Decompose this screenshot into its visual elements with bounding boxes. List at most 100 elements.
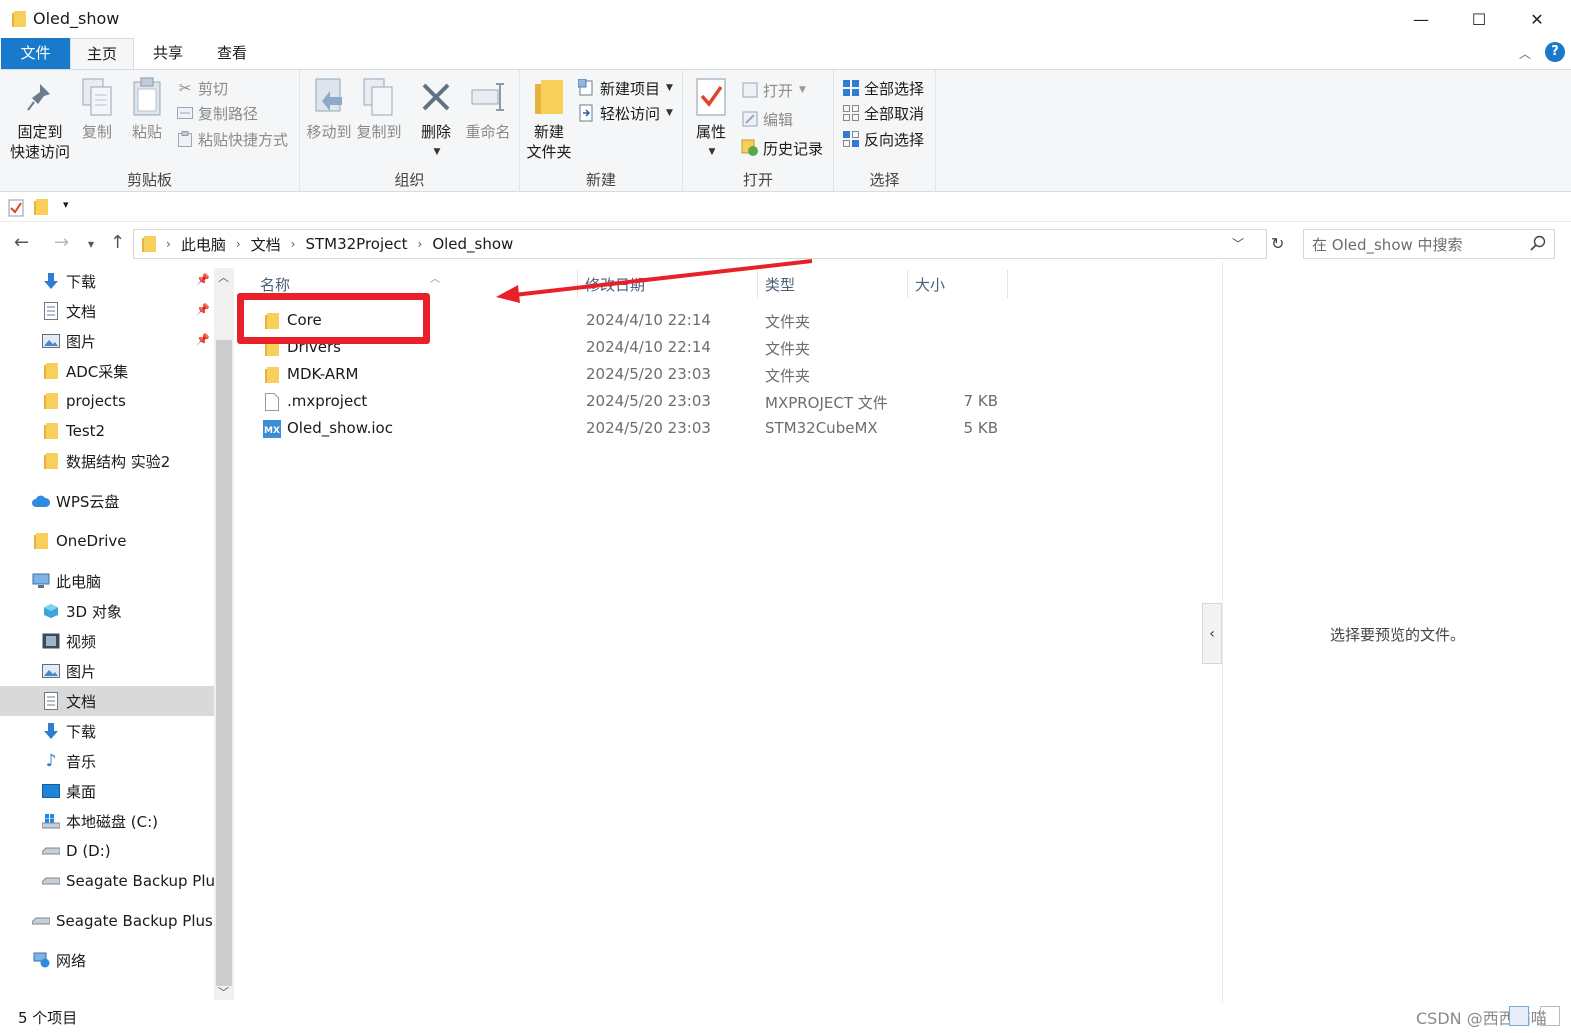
open-file-icon [741, 81, 759, 99]
paste-shortcut-button[interactable]: 粘贴快捷方式 [176, 127, 288, 151]
minimize-button[interactable]: — [1392, 0, 1450, 38]
ribbon: 固定到 快速访问 复制 粘贴 ✂ 剪切 复制路径 粘贴快捷方式 剪贴板 移动到 … [0, 69, 1571, 192]
sidebar-item-3d-objects[interactable]: 3D 对象 [0, 596, 214, 626]
copy-button[interactable]: 复制 [76, 74, 118, 142]
tab-share[interactable]: 共享 [136, 38, 200, 69]
properties-check-icon[interactable] [8, 199, 24, 221]
maximize-button[interactable]: ☐ [1450, 0, 1508, 38]
open-group-label: 打开 [742, 171, 773, 189]
pin-icon[interactable]: 📌 [196, 303, 210, 316]
new-folder-button[interactable]: 新建 文件夹 [522, 74, 576, 162]
large-icons-view-icon[interactable] [1540, 1006, 1560, 1026]
sidebar-item-pictures-pinned[interactable]: 图片 📌 [0, 326, 214, 356]
copy-path-button[interactable]: 复制路径 [176, 101, 258, 125]
annotation-highlight-box [237, 293, 430, 344]
history-button[interactable]: 历史记录 [741, 136, 823, 160]
sidebar-item-projects[interactable]: projects [0, 386, 214, 416]
sidebar-item-music[interactable]: ♪ 音乐 [0, 746, 214, 776]
file-row-mdk-arm[interactable]: MDK-ARM 2024/5/20 23:03 文件夹 [236, 361, 1016, 388]
details-view-icon[interactable] [1509, 1006, 1529, 1026]
pin-icon[interactable]: 📌 [196, 273, 210, 286]
sidebar-item-documents[interactable]: 文档 [0, 686, 214, 716]
select-group-label: 选择 [869, 171, 900, 189]
sidebar-item-adc[interactable]: ADC采集 [0, 356, 214, 386]
cut-button[interactable]: ✂ 剪切 [176, 76, 228, 100]
column-header-size[interactable]: 大小 [909, 270, 1008, 298]
folder-icon [142, 236, 156, 252]
select-none-button[interactable]: 全部取消 [842, 101, 924, 125]
rename-button[interactable]: 重命名 [462, 74, 514, 142]
collapse-ribbon-icon[interactable]: ︿ [1519, 45, 1531, 62]
network-icon [32, 951, 50, 969]
sidebar-item-seagate-1[interactable]: Seagate Backup Plus [0, 866, 214, 896]
sidebar-item-downloads-pinned[interactable]: 下载 📌 [0, 266, 214, 296]
drive-icon [32, 912, 50, 930]
new-folder-icon[interactable] [34, 199, 48, 219]
chevron-right-icon[interactable]: › [236, 237, 241, 251]
copy-to-button[interactable]: 复制到 [354, 74, 404, 142]
pin-quick-access-button[interactable]: 固定到 快速访问 [6, 74, 74, 162]
tab-view[interactable]: 查看 [200, 38, 264, 69]
collapse-preview-button[interactable]: ‹ [1202, 603, 1222, 664]
sidebar-item-onedrive[interactable]: OneDrive [0, 526, 214, 556]
recent-locations-icon[interactable]: ▾ [88, 237, 94, 251]
sidebar-item-desktop[interactable]: 桌面 [0, 776, 214, 806]
help-icon[interactable]: ? [1545, 42, 1565, 62]
scroll-down-icon[interactable]: ﹀ [218, 984, 229, 1000]
new-group: 新建 文件夹 新建项目 ▼ 轻松访问 ▼ 新建 [520, 70, 683, 192]
forward-arrow-icon[interactable]: → [54, 232, 69, 253]
open-button[interactable]: 打开 ▼ [741, 78, 806, 102]
customize-toolbar-icon[interactable]: ▾ [63, 198, 69, 211]
file-list: ︿ 名称 修改日期 类型 大小 Core 2024/4/10 22:14 文件夹… [236, 262, 1202, 1002]
breadcrumb-this-pc[interactable]: 此电脑 [181, 234, 226, 255]
scroll-up-icon[interactable]: ︿ [218, 269, 229, 285]
breadcrumb-stm32project[interactable]: STM32Project [305, 235, 407, 253]
new-item-button[interactable]: 新建项目 ▼ [578, 76, 673, 100]
video-icon [42, 632, 60, 650]
tab-file[interactable]: 文件 [1, 38, 70, 69]
breadcrumb-documents[interactable]: 文档 [251, 234, 281, 255]
sidebar-item-test2[interactable]: Test2 [0, 416, 214, 446]
paste-button[interactable]: 粘贴 [126, 74, 168, 142]
tab-home[interactable]: 主页 [70, 38, 134, 69]
breadcrumb-oled-show[interactable]: Oled_show [432, 235, 513, 253]
scrollbar-thumb[interactable] [216, 340, 232, 986]
sidebar-item-drive-d[interactable]: D (D:) [0, 836, 214, 866]
sidebar-item-wps-cloud[interactable]: WPS云盘 [0, 486, 214, 516]
move-to-button[interactable]: 移动到 [304, 74, 354, 142]
sidebar-item-local-disk-c[interactable]: 本地磁盘 (C:) [0, 806, 214, 836]
folder-icon [42, 452, 60, 470]
search-placeholder: 在 Oled_show 中搜索 [1312, 235, 1463, 254]
move-to-icon [309, 74, 349, 120]
easy-access-button[interactable]: 轻松访问 ▼ [578, 101, 673, 125]
search-input[interactable]: 在 Oled_show 中搜索 [1303, 229, 1555, 259]
sidebar-item-this-pc[interactable]: 此电脑 [0, 566, 214, 596]
up-arrow-icon[interactable]: ↑ [110, 232, 125, 253]
document-icon [42, 692, 60, 710]
invert-selection-button[interactable]: 反向选择 [842, 127, 924, 151]
close-button[interactable]: ✕ [1508, 0, 1566, 38]
chevron-right-icon[interactable]: › [418, 237, 423, 251]
sidebar-item-documents-pinned[interactable]: 文档 📌 [0, 296, 214, 326]
delete-button[interactable]: 删除 ▼ [414, 74, 458, 162]
pin-icon[interactable]: 📌 [196, 333, 210, 346]
file-row-mxproject[interactable]: .mxproject 2024/5/20 23:03 MXPROJECT 文件 … [236, 388, 1016, 415]
edit-button[interactable]: 编辑 [741, 107, 793, 131]
preview-message: 选择要预览的文件。 [1329, 626, 1465, 644]
sidebar-item-seagate-2[interactable]: Seagate Backup Plus D [0, 906, 214, 936]
chevron-right-icon[interactable]: › [291, 237, 296, 251]
search-icon[interactable] [1530, 235, 1546, 255]
nav-pane-scrollbar[interactable]: ︿ ﹀ [214, 268, 234, 1000]
sidebar-item-videos[interactable]: 视频 [0, 626, 214, 656]
clipboard-group-label: 剪贴板 [126, 171, 172, 189]
sidebar-item-pictures[interactable]: 图片 [0, 656, 214, 686]
select-all-button[interactable]: 全部选择 [842, 76, 924, 100]
sidebar-item-network[interactable]: 网络 [0, 945, 214, 975]
refresh-icon[interactable]: ↻ [1271, 234, 1284, 253]
chevron-down-icon[interactable]: ﹀ [1232, 235, 1244, 252]
file-row-ioc[interactable]: MX Oled_show.ioc 2024/5/20 23:03 STM32Cu… [236, 415, 1016, 442]
sidebar-item-data-structure[interactable]: 数据结构 实验2 [0, 446, 214, 476]
properties-button[interactable]: 属性 ▼ [689, 74, 733, 162]
back-arrow-icon[interactable]: ← [14, 232, 29, 253]
sidebar-item-downloads[interactable]: 下载 [0, 716, 214, 746]
